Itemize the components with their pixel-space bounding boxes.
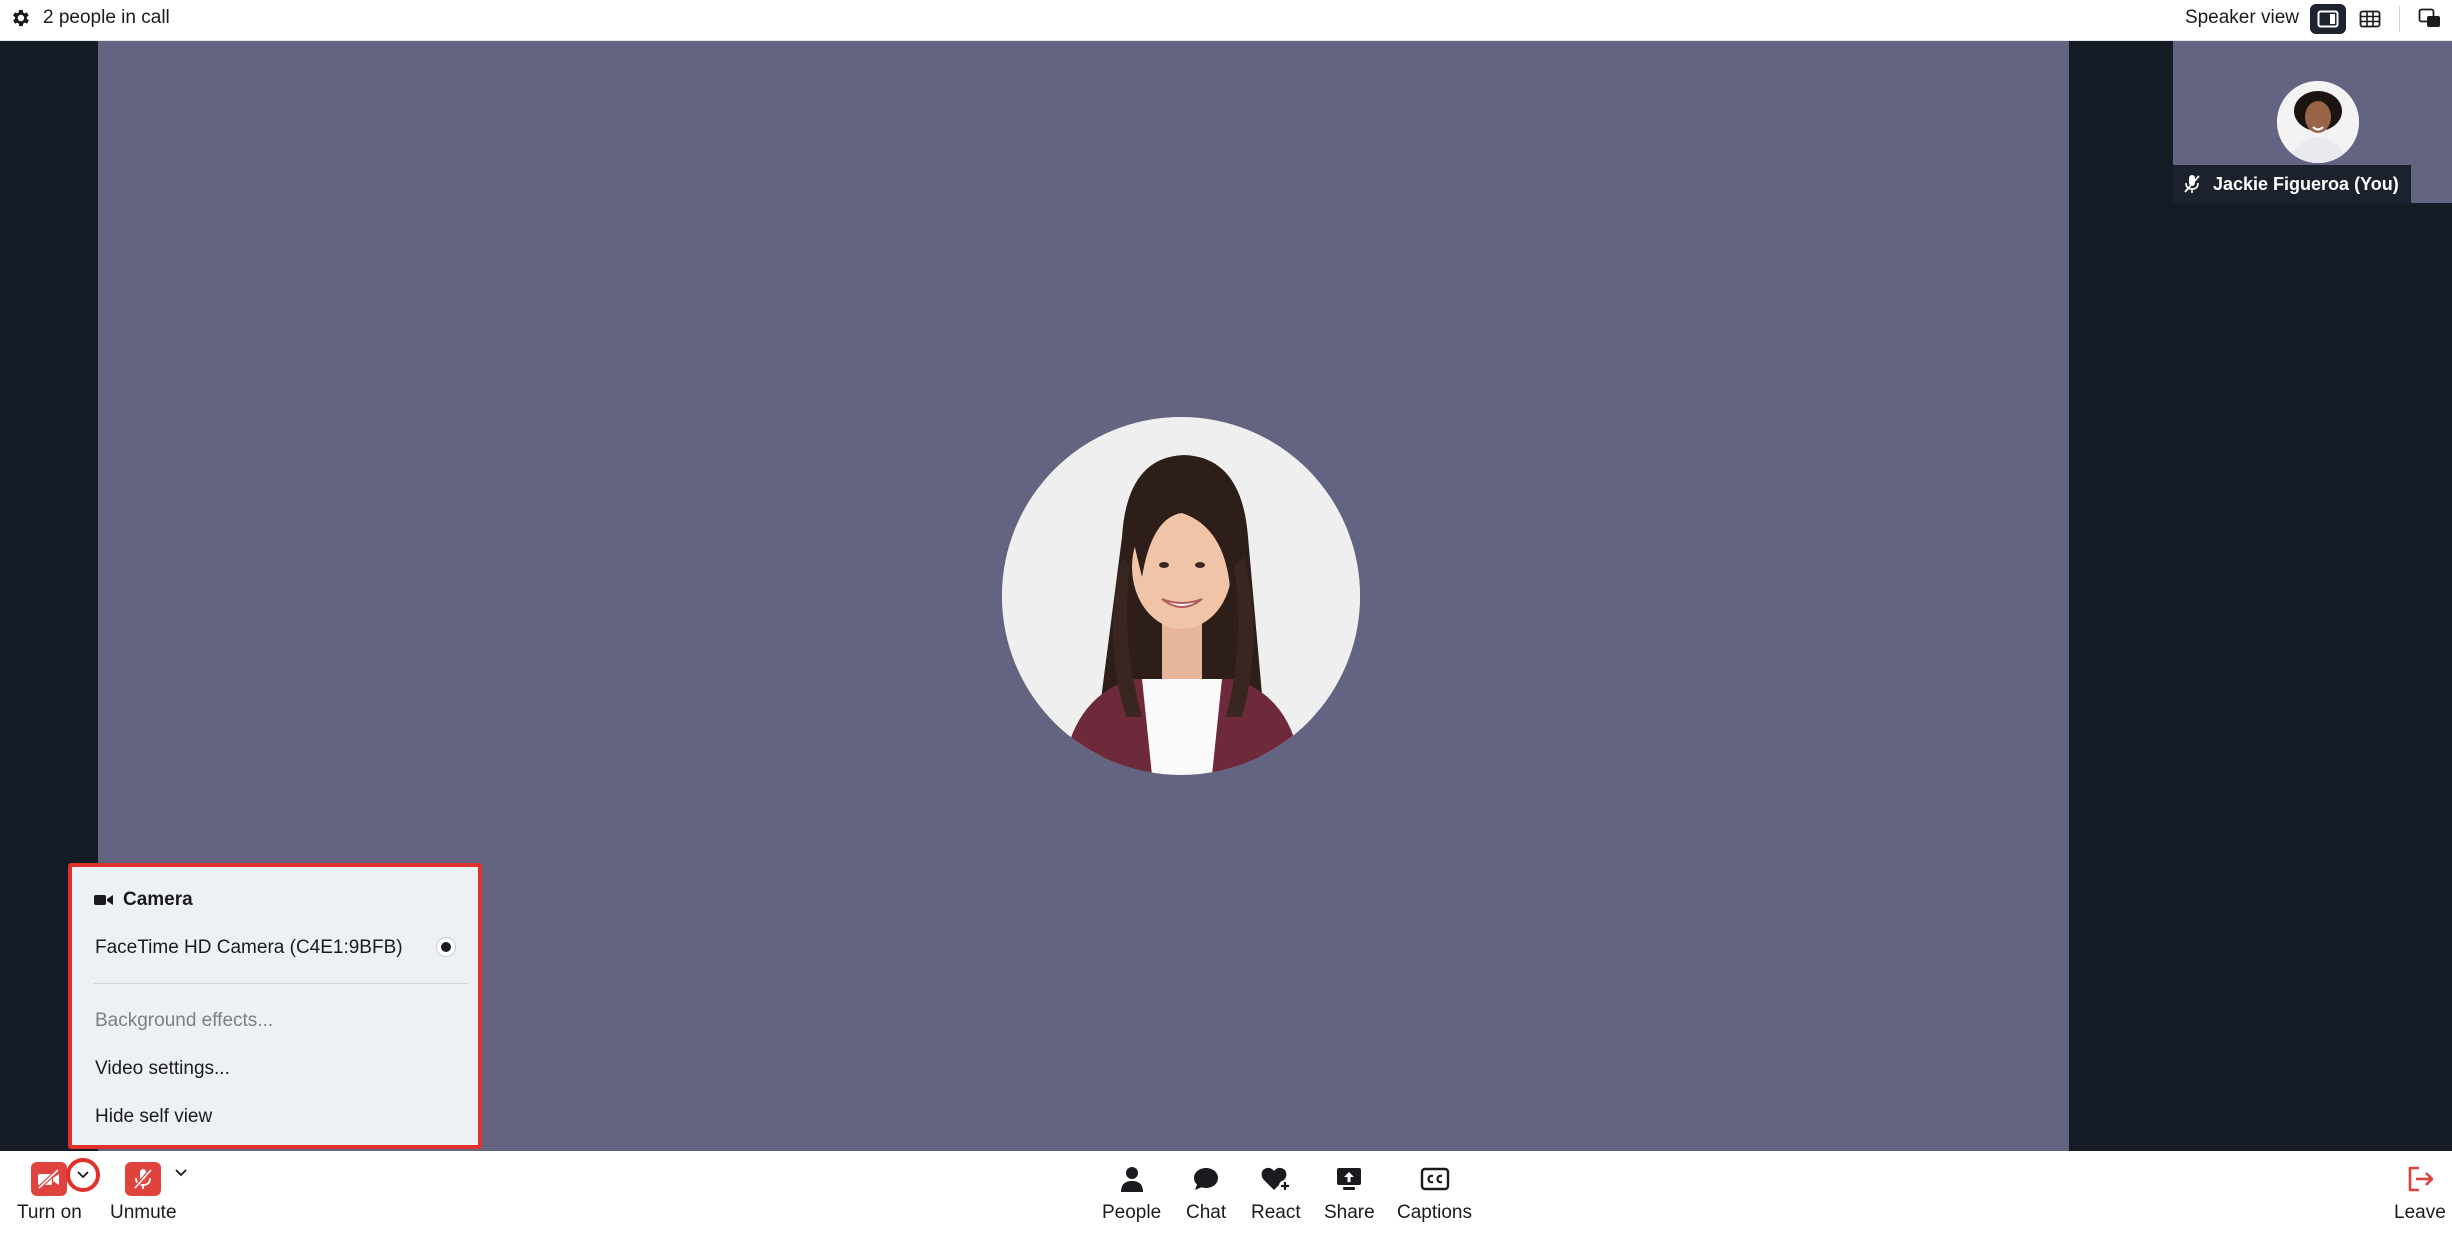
self-view-tile[interactable]: Jackie Figueroa (You) [2173, 41, 2452, 203]
chat-button[interactable]: Chat [1186, 1161, 1226, 1224]
react-label: React [1251, 1202, 1301, 1223]
mic-toggle-button[interactable]: Unmute [110, 1161, 177, 1224]
self-avatar [2277, 81, 2359, 163]
camera-menu-header: Camera [94, 889, 193, 911]
camera-device-option[interactable]: FaceTime HD Camera (C4E1:9BFB) [95, 937, 403, 959]
share-label: Share [1324, 1202, 1375, 1223]
leave-door-icon [2400, 1161, 2440, 1197]
settings-gear-icon[interactable] [9, 7, 31, 29]
captions-label: Captions [1397, 1202, 1472, 1223]
camera-off-icon [31, 1162, 68, 1196]
leave-button[interactable]: Leave [2394, 1161, 2446, 1224]
self-name-label: Jackie Figueroa (You) [2213, 173, 2399, 194]
top-bar: 2 people in call Speaker view [0, 0, 2452, 41]
react-button[interactable]: React [1251, 1161, 1301, 1224]
share-button[interactable]: Share [1324, 1161, 1375, 1224]
people-label: People [1102, 1202, 1162, 1223]
picture-in-picture-button[interactable] [2412, 4, 2448, 34]
mic-muted-icon [2184, 175, 2200, 193]
mic-options-caret[interactable] [172, 1164, 190, 1182]
mic-off-icon [125, 1162, 162, 1196]
camera-options-caret[interactable] [66, 1158, 100, 1192]
camera-menu: Camera FaceTime HD Camera (C4E1:9BFB) Ba… [68, 863, 482, 1149]
leave-label: Leave [2394, 1202, 2446, 1223]
view-mode-label: Speaker view [2184, 7, 2299, 28]
call-toolbar: Turn on Unmute People Chat React Share C… [0, 1151, 2452, 1234]
menu-divider [94, 983, 468, 984]
speaker-avatar [1002, 417, 1360, 775]
people-count-label: 2 people in call [43, 7, 170, 28]
background-effects-item: Background effects... [95, 1010, 274, 1031]
chat-label: Chat [1186, 1202, 1227, 1223]
person-icon [1112, 1161, 1152, 1197]
mic-toggle-label: Unmute [110, 1202, 177, 1223]
people-button[interactable]: People [1102, 1161, 1161, 1224]
chevron-down-icon [175, 1169, 187, 1177]
heart-plus-icon [1256, 1161, 1296, 1197]
video-camera-icon [94, 895, 113, 905]
speaker-view-button[interactable] [2310, 4, 2346, 34]
call-stage: Jackie Figueroa (You) Camera FaceTime HD… [0, 41, 2452, 1151]
speaker-view-icon [2317, 10, 2339, 28]
chevron-down-icon [77, 1171, 89, 1179]
chat-bubble-icon [1186, 1161, 1226, 1197]
closed-captions-icon [1415, 1161, 1455, 1197]
video-settings-item[interactable]: Video settings... [95, 1058, 230, 1080]
picture-in-picture-icon [2418, 8, 2440, 27]
camera-device-radio[interactable] [436, 937, 456, 957]
grid-view-icon [2359, 10, 2381, 28]
captions-button[interactable]: Captions [1397, 1161, 1472, 1224]
self-name-tag: Jackie Figueroa (You) [2173, 165, 2411, 203]
share-screen-icon [1329, 1161, 1369, 1197]
grid-view-button[interactable] [2352, 4, 2388, 34]
hide-self-view-item[interactable]: Hide self view [95, 1106, 212, 1128]
camera-menu-title: Camera [123, 889, 193, 910]
divider [2399, 6, 2400, 32]
camera-toggle-label: Turn on [17, 1202, 82, 1223]
